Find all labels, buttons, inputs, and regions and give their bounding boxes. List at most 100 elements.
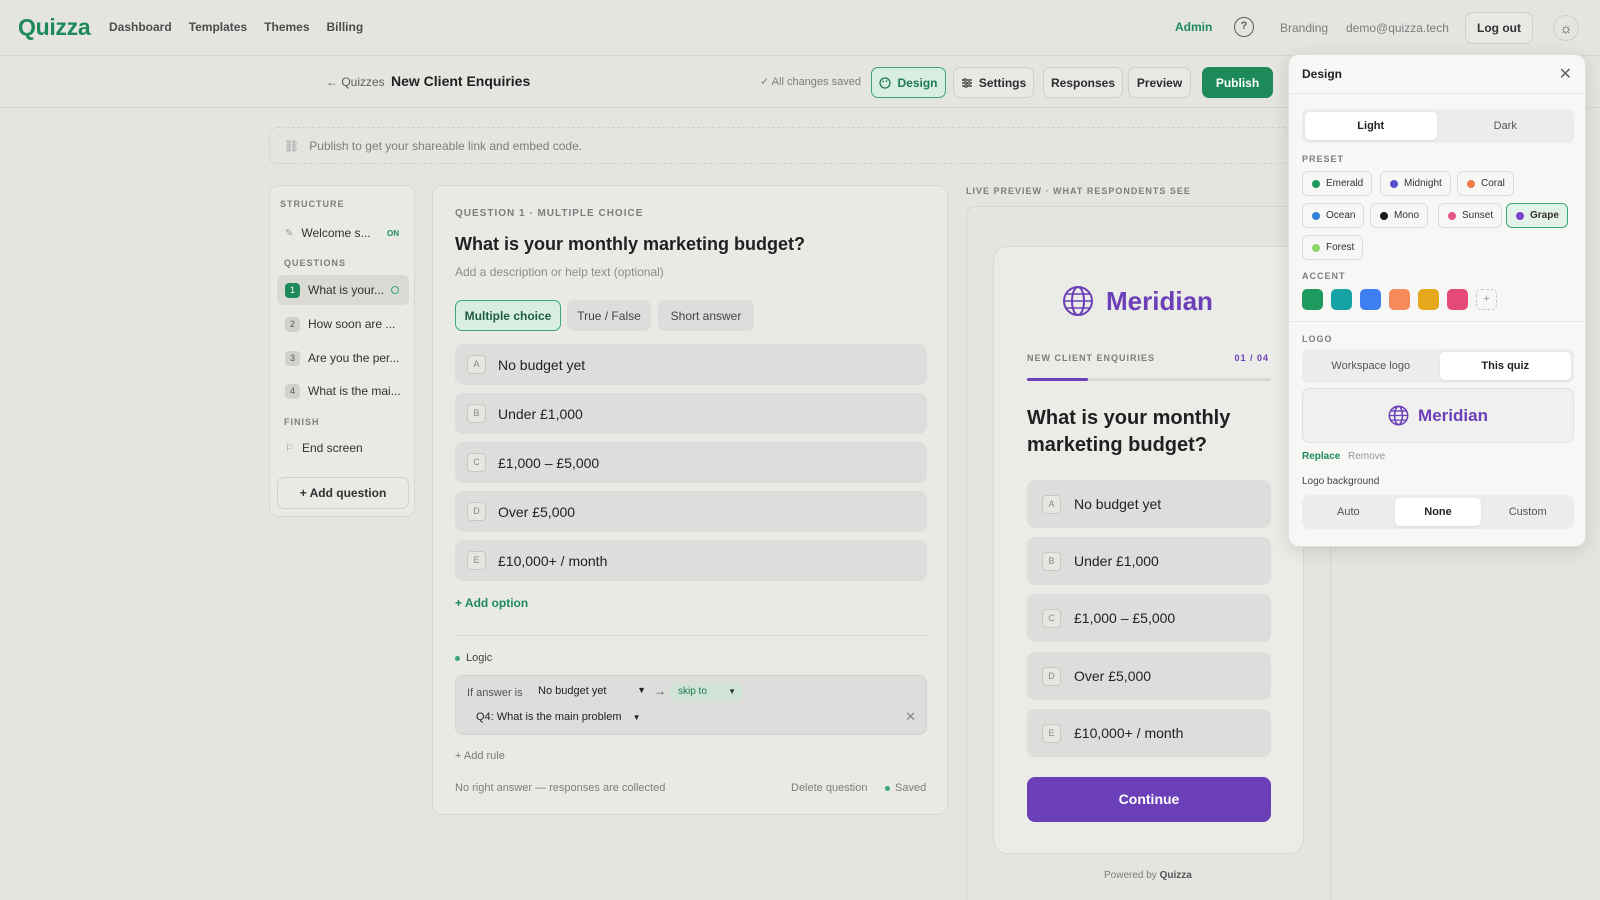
back-to-quizzes-link[interactable]: ← Quizzes: [326, 75, 385, 89]
preview-button[interactable]: Preview: [1128, 67, 1191, 98]
color-dot-icon: [1312, 179, 1320, 188]
settings-button[interactable]: Settings: [953, 67, 1034, 98]
accent-label: ACCENT: [1302, 271, 1346, 281]
wave-icon: ✎: [285, 227, 294, 239]
structure-welcome-item[interactable]: ✎ Welcome s... ON: [277, 218, 409, 248]
quiz-title: New Client Enquiries: [391, 73, 531, 89]
design-panel: Design ✕ Light Dark PRESET Emerald Midni…: [1288, 54, 1587, 547]
sun-icon[interactable]: ☼: [1553, 15, 1579, 41]
preset-coral[interactable]: Coral: [1457, 171, 1514, 196]
preview-continue-button[interactable]: Continue: [1027, 777, 1271, 822]
preset-sunset[interactable]: Sunset: [1438, 203, 1503, 228]
preset-mono[interactable]: Mono: [1370, 203, 1429, 228]
structure-label: STRUCTURE: [280, 199, 345, 209]
option-key: B: [467, 404, 486, 423]
logic-target-select[interactable]: Q4: What is the main problem ▼: [476, 711, 641, 723]
design-panel-title: Design: [1302, 67, 1343, 81]
nav-link-templates[interactable]: Templates: [189, 20, 247, 34]
nav-link-dashboard[interactable]: Dashboard: [109, 20, 172, 34]
accent-swatch-amber[interactable]: [1418, 289, 1439, 310]
preview-brand-name: Meridian: [1106, 285, 1213, 316]
answer-option[interactable]: C £1,000 – £5,000: [455, 442, 927, 483]
preset-grape[interactable]: Grape: [1506, 203, 1568, 228]
structure-question-item[interactable]: 2 How soon are ...: [277, 309, 409, 339]
preset-emerald[interactable]: Emerald: [1302, 171, 1373, 196]
preset-ocean[interactable]: Ocean: [1302, 203, 1365, 228]
nav-admin-link[interactable]: Admin: [1175, 20, 1212, 34]
question-label: What is your...: [308, 283, 385, 297]
question-title-input[interactable]: What is your monthly marketing budget?: [455, 234, 805, 255]
logo-source-workspace[interactable]: Workspace logo: [1305, 352, 1437, 380]
preview-quiz-name: NEW CLIENT ENQUIRIES: [1027, 353, 1156, 363]
preview-option[interactable]: D Over £5,000: [1027, 652, 1271, 700]
preview-option[interactable]: C £1,000 – £5,000: [1027, 594, 1271, 642]
type-short-answer[interactable]: Short answer: [658, 300, 754, 331]
preset-forest[interactable]: Forest: [1302, 235, 1364, 260]
logic-action-select[interactable]: skip to ▼: [670, 683, 742, 701]
option-label: £10,000+ / month: [1074, 725, 1184, 741]
replace-logo-link[interactable]: Replace: [1302, 451, 1340, 462]
design-button[interactable]: Design: [871, 67, 946, 98]
responses-button[interactable]: Responses: [1043, 67, 1123, 98]
accent-swatch-green[interactable]: [1302, 289, 1323, 310]
logic-heading: Logic: [455, 652, 492, 664]
publish-button[interactable]: Publish: [1202, 67, 1273, 98]
arrow-right-icon: →: [654, 684, 666, 698]
logo-bg-none[interactable]: None: [1394, 498, 1482, 526]
question-description-input[interactable]: Add a description or help text (optional…: [455, 265, 664, 279]
preview-option[interactable]: B Under £1,000: [1027, 537, 1271, 585]
question-number: 4: [285, 383, 300, 399]
questions-label: QUESTIONS: [284, 258, 347, 268]
color-dot-icon: [1312, 243, 1320, 252]
powered-brand: Quizza: [1159, 870, 1192, 881]
answer-option[interactable]: B Under £1,000: [455, 393, 927, 434]
close-icon[interactable]: ✕: [1559, 64, 1572, 84]
remove-logo-link[interactable]: Remove: [1348, 451, 1385, 462]
structure-question-item[interactable]: 1 What is your...: [277, 275, 409, 305]
nav-branding-link[interactable]: Branding: [1280, 21, 1328, 35]
close-icon[interactable]: ✕: [905, 709, 916, 725]
structure-end-screen-item[interactable]: ⚐ End screen: [277, 433, 409, 463]
design-button-label: Design: [897, 75, 938, 90]
logo-bg-custom[interactable]: Custom: [1484, 498, 1571, 526]
logic-answer-value: No budget yet: [538, 685, 607, 697]
preview-option[interactable]: A No budget yet: [1027, 480, 1271, 528]
accent-swatch-orange[interactable]: [1389, 289, 1410, 310]
accent-swatch-pink[interactable]: [1447, 289, 1468, 310]
preset-label-text: Emerald: [1326, 178, 1364, 189]
logo-source-this-quiz[interactable]: This quiz: [1439, 352, 1571, 380]
nav-link-themes[interactable]: Themes: [264, 20, 309, 34]
app-logo[interactable]: Quizza: [18, 14, 91, 41]
nav-link-billing[interactable]: Billing: [327, 20, 364, 34]
logic-answer-select[interactable]: No budget yet ▼: [538, 685, 646, 697]
preset-label-text: Ocean: [1326, 210, 1356, 221]
accent-swatch-blue[interactable]: [1360, 289, 1381, 310]
structure-question-item[interactable]: 4 What is the mai...: [277, 376, 409, 406]
answer-option[interactable]: D Over £5,000: [455, 491, 927, 532]
answer-option[interactable]: E £10,000+ / month: [455, 540, 927, 581]
type-multiple-choice[interactable]: Multiple choice: [455, 300, 561, 331]
answer-option[interactable]: A No budget yet: [455, 344, 927, 385]
structure-question-item[interactable]: 3 Are you the per...: [277, 343, 409, 373]
logo-bg-auto[interactable]: Auto: [1305, 498, 1392, 526]
mode-dark[interactable]: Dark: [1440, 112, 1572, 140]
delete-question-button[interactable]: Delete question: [791, 782, 867, 794]
type-true-false[interactable]: True / False: [567, 300, 651, 331]
preview-option[interactable]: E £10,000+ / month: [1027, 709, 1271, 757]
logout-button[interactable]: Log out: [1465, 12, 1533, 44]
preview-device: Meridian NEW CLIENT ENQUIRIES 01 / 04 Wh…: [993, 246, 1304, 854]
add-rule-button[interactable]: + Add rule: [455, 750, 505, 762]
preset-midnight[interactable]: Midnight: [1380, 171, 1451, 196]
color-dot-icon: [1516, 211, 1524, 220]
option-key: B: [1042, 551, 1061, 571]
color-dot-icon: [1448, 211, 1456, 220]
accent-swatch-teal[interactable]: [1331, 289, 1352, 310]
add-accent-icon[interactable]: +: [1476, 289, 1497, 310]
mode-light[interactable]: Light: [1305, 112, 1437, 140]
preset-label-text: Coral: [1481, 178, 1505, 189]
add-option-button[interactable]: + Add option: [455, 596, 528, 610]
help-icon[interactable]: ?: [1234, 17, 1254, 37]
logic-label: Logic: [466, 652, 493, 664]
add-question-button[interactable]: + Add question: [277, 477, 409, 509]
option-key: D: [467, 502, 486, 521]
